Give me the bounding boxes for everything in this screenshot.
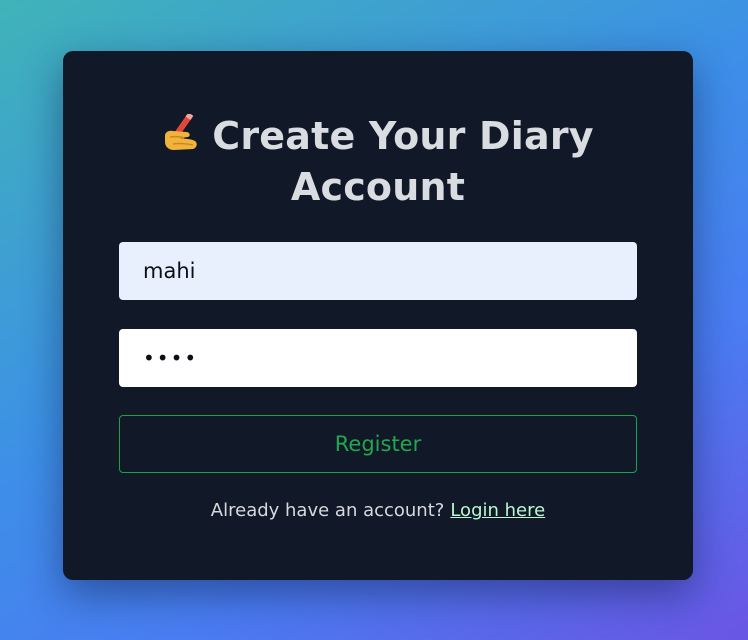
password-input[interactable] xyxy=(119,329,637,387)
register-card: Create Your Diary Account Register Alrea… xyxy=(63,51,693,580)
page-title: Create Your Diary Account xyxy=(63,111,693,213)
login-prompt-text: Already have an account? xyxy=(210,500,445,521)
login-link[interactable]: Login here xyxy=(450,500,545,521)
login-prompt: Already have an account? Login here xyxy=(63,498,693,524)
writing-hand-icon xyxy=(165,114,197,150)
title-line-2: Account xyxy=(290,165,466,209)
register-button[interactable]: Register xyxy=(119,415,637,473)
title-line-1: Create Your Diary xyxy=(212,114,594,158)
username-input[interactable] xyxy=(119,242,637,300)
